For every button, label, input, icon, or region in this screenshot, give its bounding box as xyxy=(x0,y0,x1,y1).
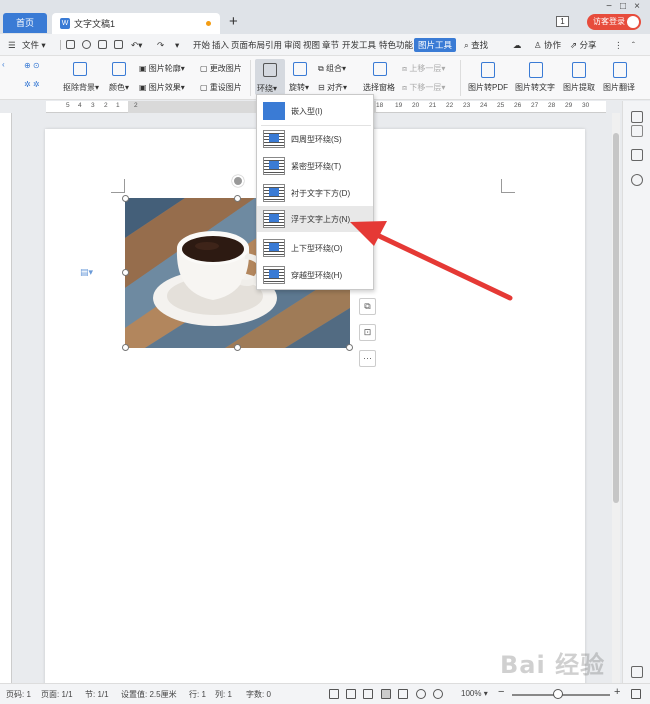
panel-scroll-icon[interactable] xyxy=(631,111,643,123)
focus-mode-icon[interactable] xyxy=(329,689,339,699)
status-bar: 页码: 1 页面: 1/1 节: 1/1 设置值: 2.5厘米 行: 1 列: … xyxy=(0,683,650,704)
grid-apps-icon[interactable] xyxy=(631,666,643,678)
status-page-num[interactable]: 页码: 1 xyxy=(6,689,31,700)
status-row[interactable]: 行: 1 xyxy=(189,689,206,700)
zoom-slider-thumb[interactable] xyxy=(553,689,563,699)
page-view-icon[interactable] xyxy=(381,689,391,699)
scrollbar-thumb[interactable] xyxy=(613,133,619,503)
eye-protect-icon[interactable] xyxy=(433,689,443,699)
vertical-scrollbar[interactable] xyxy=(612,113,620,683)
web-view-icon[interactable] xyxy=(416,689,426,699)
fit-page-icon[interactable] xyxy=(631,689,641,699)
baidu-watermark: Bai 经验 xyxy=(500,651,606,679)
zoom-level[interactable]: 100% ▾ xyxy=(461,689,488,698)
edit-pen-icon[interactable] xyxy=(631,125,643,137)
status-setting[interactable]: 设置值: 2.5厘米 xyxy=(121,689,177,700)
status-section[interactable]: 节: 1/1 xyxy=(85,689,109,700)
zoom-in-button[interactable]: + xyxy=(614,686,620,698)
pen-icon[interactable] xyxy=(363,689,373,699)
status-word-count[interactable]: 字数: 0 xyxy=(246,689,271,700)
fullscreen-icon[interactable] xyxy=(346,689,356,699)
zoom-out-button[interactable]: − xyxy=(498,686,504,698)
status-pages[interactable]: 页面: 1/1 xyxy=(41,689,73,700)
zoom-value: 100% xyxy=(461,689,482,698)
status-col[interactable]: 列: 1 xyxy=(215,689,232,700)
annotation-arrow xyxy=(350,221,513,301)
help-icon[interactable] xyxy=(631,174,643,186)
right-side-panel xyxy=(622,101,650,683)
settings-sliders-icon[interactable] xyxy=(631,149,643,161)
outline-view-icon[interactable] xyxy=(398,689,408,699)
